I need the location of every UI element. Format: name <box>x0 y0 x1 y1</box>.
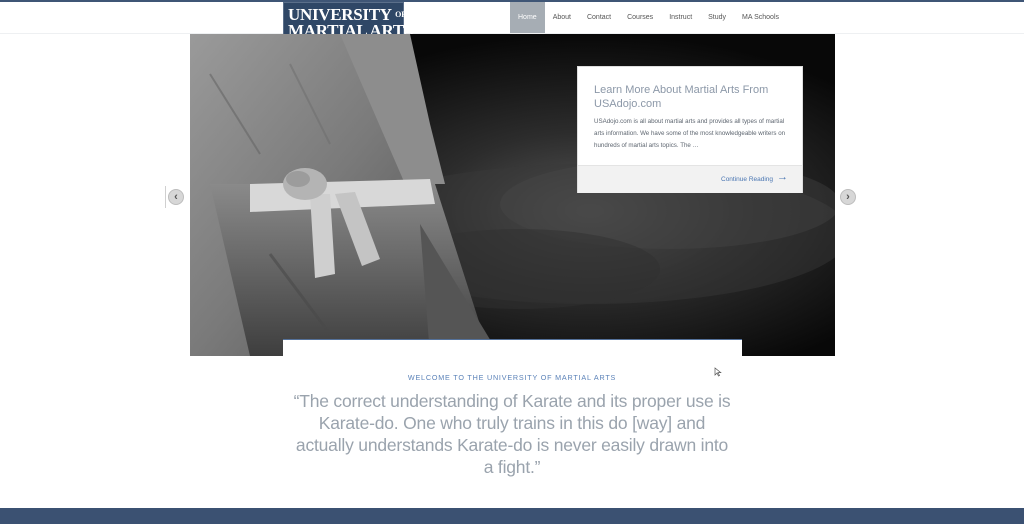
footer-bar <box>0 508 1024 524</box>
chevron-left-icon: ‹ <box>174 191 178 203</box>
card-excerpt: USAdojo.com is all about martial arts an… <box>594 118 786 149</box>
nav-item-ma-schools[interactable]: MA Schools <box>734 2 787 33</box>
karate-quote: “The correct understanding of Karate and… <box>293 391 731 477</box>
mouse-cursor-icon <box>714 367 722 377</box>
main-nav: Home About Contact Courses Instruct Stud… <box>510 2 787 33</box>
nav-item-study[interactable]: Study <box>700 2 734 33</box>
nav-item-contact[interactable]: Contact <box>579 2 619 33</box>
card-footer: Continue Reading → <box>578 165 802 193</box>
continue-reading-link[interactable]: Continue Reading <box>721 176 773 183</box>
chevron-right-icon: › <box>846 191 850 203</box>
logo-of: OF <box>395 10 407 19</box>
nav-item-instruct[interactable]: Instruct <box>661 2 700 33</box>
nav-item-about[interactable]: About <box>545 2 579 33</box>
slider-left-edge <box>165 186 166 208</box>
slider-next-button[interactable]: › <box>840 189 856 205</box>
card-title[interactable]: Learn More About Martial Arts From USAdo… <box>594 83 790 111</box>
arrow-right-icon[interactable]: → <box>777 171 788 183</box>
slider-prev-button[interactable]: ‹ <box>168 189 184 205</box>
content-panel <box>283 339 742 359</box>
featured-post-card: Learn More About Martial Arts From USAdo… <box>577 66 803 193</box>
welcome-heading: WELCOME TO THE UNIVERSITY OF MARTIAL ART… <box>407 373 617 382</box>
nav-item-courses[interactable]: Courses <box>619 2 661 33</box>
nav-item-home[interactable]: Home <box>510 2 545 33</box>
